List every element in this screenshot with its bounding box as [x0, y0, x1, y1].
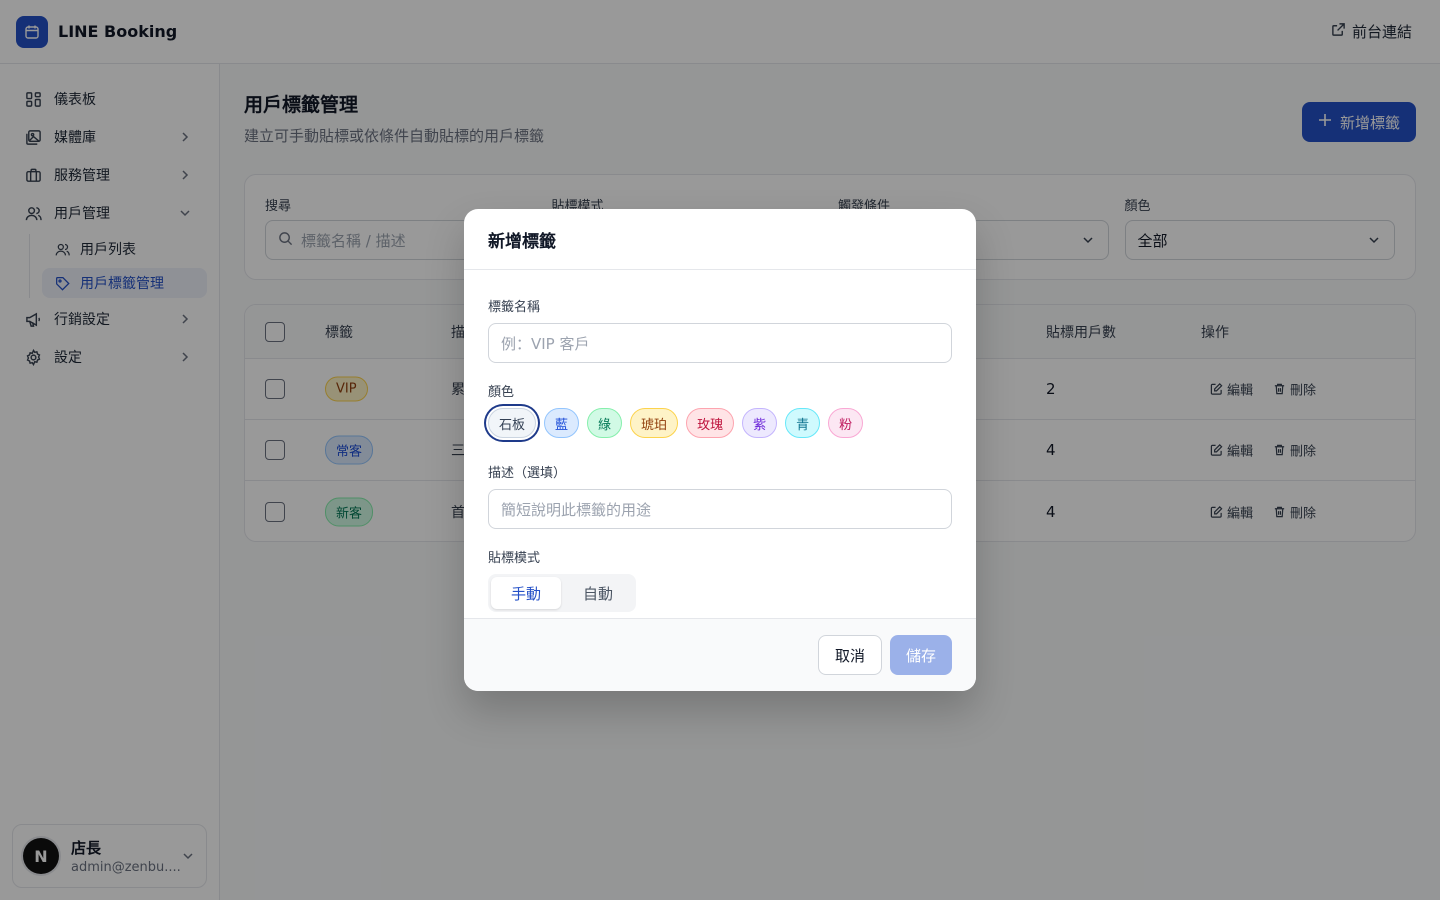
tag-name-placeholder: 例：VIP 客戶: [501, 334, 590, 353]
mode-manual-button[interactable]: 手動: [491, 577, 561, 609]
color-swatch-purple[interactable]: 紫: [742, 408, 778, 438]
desc-label: 描述（選填）: [488, 466, 567, 481]
dialog-footer: 取消 儲存: [464, 618, 976, 691]
tag-desc-placeholder: 簡短說明此標籤的用途: [501, 500, 652, 519]
color-swatch-cyan[interactable]: 青: [785, 408, 821, 438]
color-swatch-rose[interactable]: 玫瑰: [686, 408, 735, 438]
mode-toggle: 手動 自動: [488, 574, 636, 612]
cancel-button[interactable]: 取消: [818, 635, 882, 675]
mode-label: 貼標模式: [488, 551, 541, 566]
color-swatch-green[interactable]: 綠: [587, 408, 623, 438]
dialog-body: 標籤名稱 例：VIP 客戶 顏色 石板 藍 綠 琥珀 玫瑰 紫 青 粉 描述（選…: [464, 270, 976, 618]
color-swatch-amber[interactable]: 琥珀: [630, 408, 679, 438]
mode-auto-button[interactable]: 自動: [563, 577, 633, 609]
color-swatch-slate[interactable]: 石板: [488, 408, 537, 438]
color-swatch-blue[interactable]: 藍: [544, 408, 580, 438]
color-label: 顏色: [488, 385, 515, 400]
name-label: 標籤名稱: [488, 300, 541, 315]
tag-desc-input[interactable]: 簡短說明此標籤的用途: [488, 489, 952, 529]
new-tag-dialog: 新增標籤 標籤名稱 例：VIP 客戶 顏色 石板 藍 綠 琥珀 玫瑰 紫 青 粉…: [464, 209, 976, 691]
color-swatch-pink[interactable]: 粉: [828, 408, 864, 438]
tag-name-input[interactable]: 例：VIP 客戶: [488, 323, 952, 363]
dialog-title: 新增標籤: [464, 209, 976, 270]
color-swatches: 石板 藍 綠 琥珀 玫瑰 紫 青 粉: [488, 408, 952, 438]
save-button[interactable]: 儲存: [890, 635, 952, 675]
